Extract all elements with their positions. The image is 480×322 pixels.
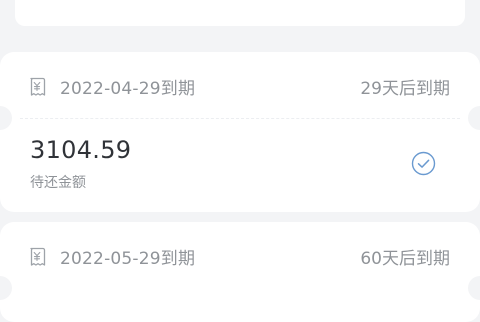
days-until-due: 60天后到期 [360, 249, 450, 269]
amount-due: 3104.59 [30, 136, 132, 164]
amount-due-label: 待还金额 [30, 175, 86, 191]
due-date: 2022-05-29到期 [60, 249, 196, 269]
due-date: 2022-04-29到期 [60, 79, 196, 99]
previous-card [15, 0, 465, 26]
check-circle-icon[interactable] [411, 151, 436, 176]
bill-header: 2022-05-29到期 60天后到期 [0, 222, 480, 288]
bill-calendar-icon [30, 247, 46, 266]
days-until-due: 29天后到期 [360, 79, 450, 99]
divider [20, 118, 460, 119]
bill-header: 2022-04-29到期 29天后到期 [0, 52, 480, 118]
bill-calendar-icon [30, 77, 46, 96]
